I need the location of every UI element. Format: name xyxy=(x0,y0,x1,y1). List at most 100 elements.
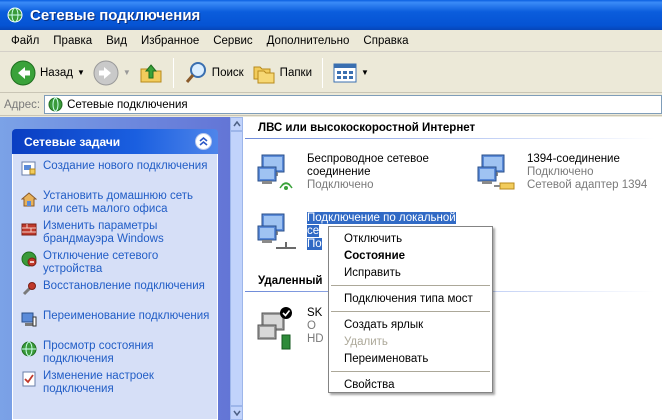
forward-dropdown-icon[interactable]: ▼ xyxy=(123,68,131,77)
connection-status: По xyxy=(307,238,322,250)
scroll-down-icon xyxy=(232,410,241,416)
address-field[interactable]: Сетевые подключения xyxy=(44,95,662,114)
task-firewall-settings[interactable]: Изменить параметры брандмауэра Windows xyxy=(21,220,217,250)
menu-edit[interactable]: Правка xyxy=(46,33,99,49)
menu-view[interactable]: Вид xyxy=(99,33,134,49)
connection-name: се xyxy=(307,225,320,237)
menu-help[interactable]: Справка xyxy=(356,33,415,49)
menu-item-create-shortcut[interactable]: Создать ярлык xyxy=(329,316,492,333)
menu-advanced[interactable]: Дополнительно xyxy=(260,33,357,49)
connection-name: 1394-соединение xyxy=(527,153,620,165)
network-connections-icon xyxy=(7,7,23,23)
connection-name: соединение xyxy=(307,166,371,178)
network-tasks-title: Сетевые задачи xyxy=(24,134,121,149)
folders-button[interactable]: Папки xyxy=(248,56,316,90)
menu-item-status[interactable]: Состояние xyxy=(329,247,492,264)
network-tasks-box: Сетевые задачи Создание нового подключен… xyxy=(12,129,218,420)
connection-status: Подключено xyxy=(527,166,594,178)
remote-connection-text: SK О HD xyxy=(307,307,324,351)
up-folder-button[interactable] xyxy=(135,56,167,90)
scroll-down-button[interactable] xyxy=(230,406,243,420)
connection-device: HD xyxy=(307,333,324,345)
folders-label: Папки xyxy=(279,66,313,79)
forward-arrow-icon xyxy=(93,60,119,85)
menu-item-repair[interactable]: Исправить xyxy=(329,264,492,281)
menu-tools[interactable]: Сервис xyxy=(206,33,259,49)
task-rename-connection[interactable]: Переименование подключения xyxy=(21,310,217,340)
context-menu: Отключить Состояние Исправить Подключени… xyxy=(328,226,493,393)
wireless-connection-icon xyxy=(257,154,293,190)
back-dropdown-icon[interactable]: ▼ xyxy=(77,68,85,77)
address-label: Адрес: xyxy=(4,98,41,111)
task-label: Изменить параметры брандмауэра Windows xyxy=(43,220,164,245)
task-home-network[interactable]: Установить домашнюю сеть или сеть малого… xyxy=(21,190,217,220)
collapse-icon[interactable] xyxy=(195,133,212,150)
task-create-connection[interactable]: Создание нового подключения xyxy=(21,160,217,190)
task-label: Просмотр состояния подключения xyxy=(43,340,154,365)
network-tasks-list: Создание нового подключения Установить д… xyxy=(12,154,218,420)
task-change-settings[interactable]: Изменение настроек подключения xyxy=(21,370,217,400)
connection-name: Беспроводное сетевое xyxy=(307,153,429,165)
connection-name-selected: Подключение по локальной xyxy=(307,212,456,224)
status-icon xyxy=(21,341,37,357)
menu-item-rename[interactable]: Переименовать xyxy=(329,350,492,367)
menu-separator xyxy=(331,311,490,312)
new-connection-icon xyxy=(21,161,36,176)
task-repair-connection[interactable]: Восстановление подключения xyxy=(21,280,217,310)
network-tasks-header[interactable]: Сетевые задачи xyxy=(12,129,218,154)
scroll-up-button[interactable] xyxy=(230,117,243,131)
chevron-up-icon xyxy=(199,136,208,146)
dialup-connection-icon xyxy=(257,307,292,350)
connection-name: SK xyxy=(307,307,323,319)
task-label: Создание нового подключения xyxy=(43,160,208,172)
views-icon xyxy=(333,63,357,82)
task-pane: Сетевые задачи Создание нового подключен… xyxy=(0,117,230,420)
group-divider xyxy=(245,138,655,139)
folders-icon xyxy=(253,66,275,83)
address-value: Сетевые подключения xyxy=(67,98,188,111)
task-label: Изменение настроек подключения xyxy=(43,370,154,395)
task-view-status[interactable]: Просмотр состояния подключения xyxy=(21,340,217,370)
menu-item-bridge[interactable]: Подключения типа мост xyxy=(329,290,492,307)
views-dropdown-icon[interactable]: ▼ xyxy=(361,68,369,77)
task-disable-device[interactable]: Отключение сетевого устройства xyxy=(21,250,217,280)
toolbar-separator xyxy=(322,57,324,88)
connection-wireless[interactable]: Беспроводное сетевое соединение Подключе… xyxy=(256,153,429,197)
back-label: Назад xyxy=(40,66,73,79)
connection-status: Подключено xyxy=(307,179,374,191)
connection-device: Сетевой адаптер 1394 xyxy=(527,179,648,191)
back-button[interactable]: Назад ▼ xyxy=(6,56,89,90)
connection-remote[interactable]: SK О HD xyxy=(256,307,324,351)
properties-icon xyxy=(22,371,36,387)
network-connections-icon xyxy=(48,97,63,112)
back-arrow-icon xyxy=(10,60,36,85)
vertical-scrollbar[interactable] xyxy=(230,117,243,420)
menu-item-properties[interactable]: Свойства xyxy=(329,376,492,393)
toolbar-separator xyxy=(172,57,174,88)
menu-favorites[interactable]: Избранное xyxy=(134,33,206,49)
menu-item-delete: Удалить xyxy=(344,335,388,348)
wrench-icon xyxy=(22,282,36,296)
menu-file[interactable]: Файл xyxy=(4,33,46,49)
task-label: Установить домашнюю сеть или сеть малого… xyxy=(43,190,194,215)
menu-bar: Файл Правка Вид Избранное Сервис Дополни… xyxy=(0,30,662,52)
window-title: Сетевые подключения xyxy=(30,6,201,24)
menu-separator xyxy=(331,371,490,372)
up-folder-icon xyxy=(140,63,162,82)
1394-connection-text: 1394-соединение Подключено Сетевой адапт… xyxy=(527,153,647,197)
forward-button[interactable]: ▼ xyxy=(89,56,135,90)
connection-1394[interactable]: 1394-соединение Подключено Сетевой адапт… xyxy=(476,153,647,197)
title-bar: Сетевые подключения xyxy=(0,0,662,30)
search-button[interactable]: Поиск xyxy=(180,56,248,90)
group-remote: Удаленный xyxy=(258,275,323,287)
search-label: Поиск xyxy=(211,66,244,79)
views-button[interactable]: ▼ xyxy=(329,56,373,90)
address-bar: Адрес: Сетевые подключения xyxy=(0,94,662,116)
task-label: Переименование подключения xyxy=(43,310,210,322)
1394-connection-icon xyxy=(477,154,515,190)
wireless-connection-text: Беспроводное сетевое соединение Подключе… xyxy=(307,153,429,197)
task-label: Отключение сетевого устройства xyxy=(43,250,159,275)
local-connection-icon xyxy=(257,213,296,249)
scroll-thumb[interactable] xyxy=(230,131,243,406)
menu-item-disconnect[interactable]: Отключить xyxy=(329,230,492,247)
